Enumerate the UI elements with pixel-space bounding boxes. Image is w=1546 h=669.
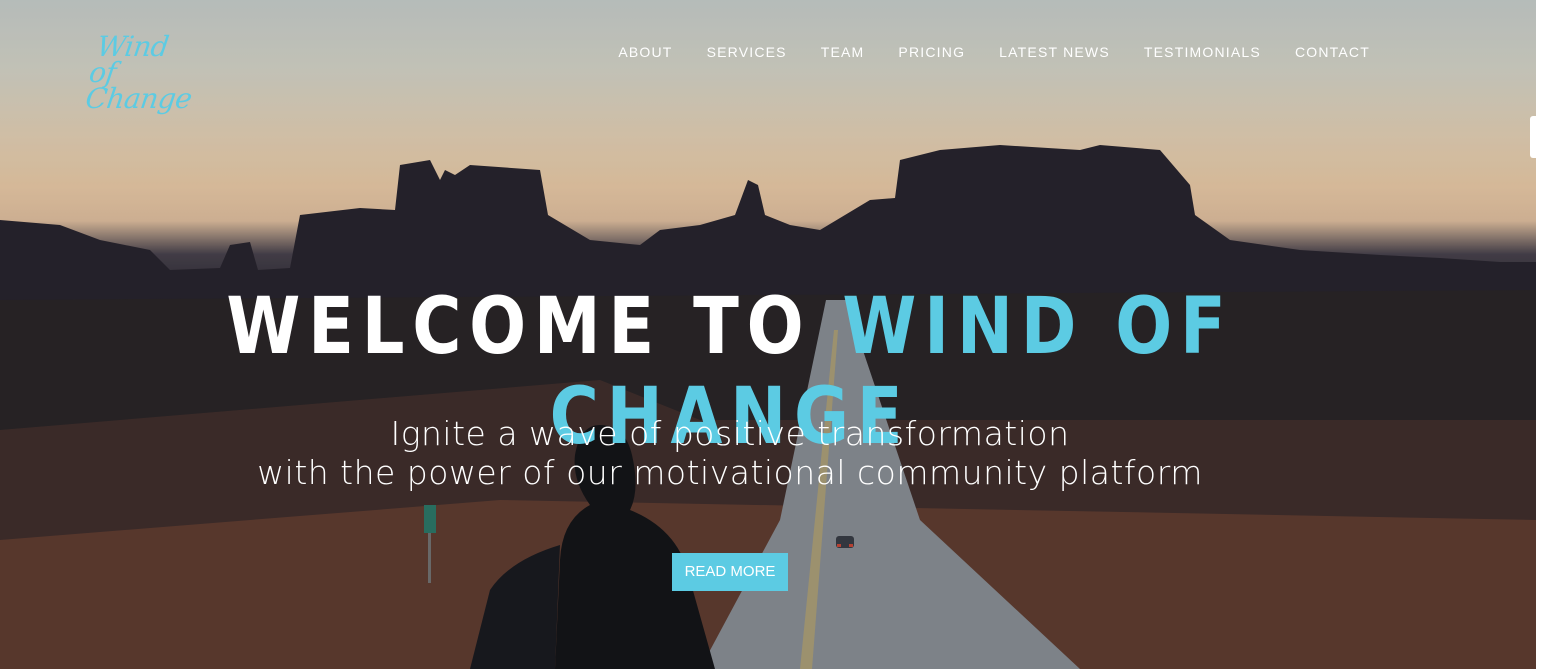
- hero-subtitle: Ignite a wave of positive transformation…: [0, 414, 1460, 492]
- hero-section: Wind of Change ABOUT SERVICES TEAM PRICI…: [0, 0, 1536, 669]
- nav-item-about[interactable]: ABOUT: [618, 44, 672, 60]
- main-nav: ABOUT SERVICES TEAM PRICING LATEST NEWS …: [618, 44, 1370, 60]
- nav-item-team[interactable]: TEAM: [821, 44, 865, 60]
- nav-item-testimonials[interactable]: TESTIMONIALS: [1144, 44, 1261, 60]
- nav-item-services[interactable]: SERVICES: [707, 44, 787, 60]
- nav-item-pricing[interactable]: PRICING: [898, 44, 965, 60]
- site-logo[interactable]: Wind of Change: [84, 30, 230, 115]
- read-more-button[interactable]: READ MORE: [672, 553, 788, 591]
- nav-item-contact[interactable]: CONTACT: [1295, 44, 1370, 60]
- subtitle-line-1: Ignite a wave of positive transformation: [390, 414, 1070, 453]
- subtitle-line-2: with the power of our motivational commu…: [257, 453, 1203, 492]
- headline-welcome: WELCOME TO: [226, 282, 843, 372]
- side-panel-tab[interactable]: [1530, 116, 1540, 158]
- logo-line-2: of Change: [83, 56, 194, 115]
- nav-item-latest-news[interactable]: LATEST NEWS: [999, 44, 1110, 60]
